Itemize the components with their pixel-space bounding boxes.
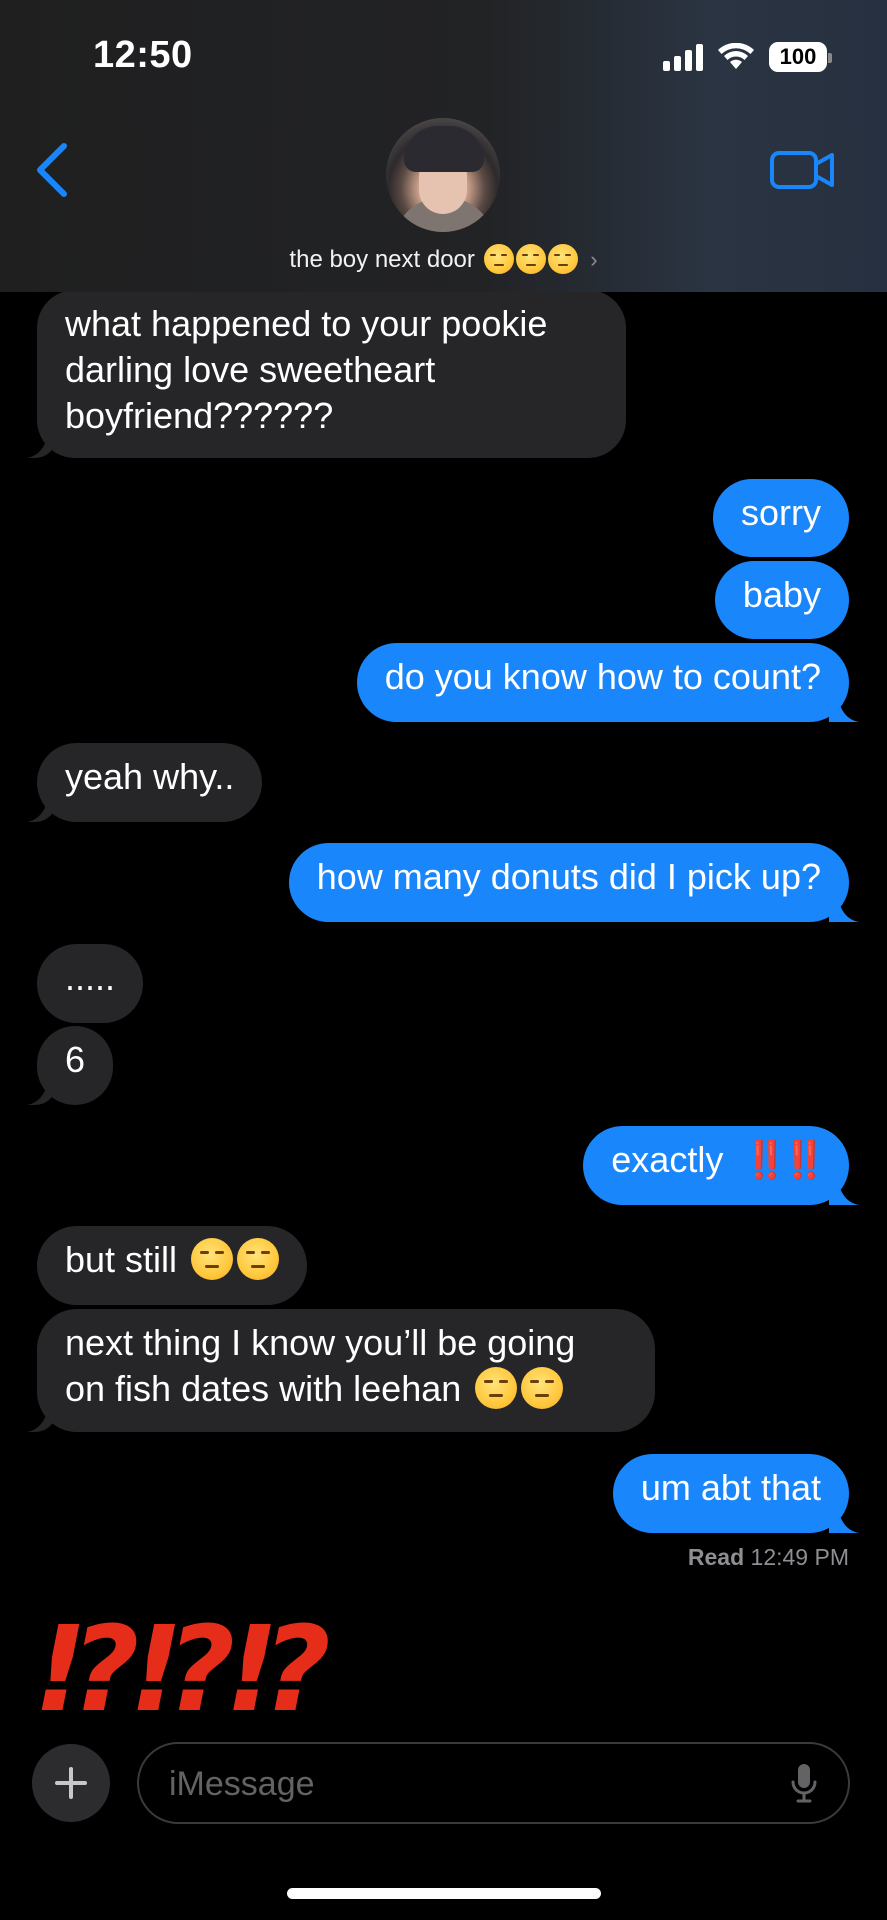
outgoing-message[interactable]: exactly ‼️‼️ [583, 1126, 849, 1205]
facetime-video-icon[interactable] [769, 148, 835, 192]
outgoing-message[interactable]: sorry [713, 479, 849, 557]
unamused-face-icon [521, 1367, 564, 1409]
incoming-message[interactable]: yeah why.. [37, 743, 263, 822]
read-receipt: Read 12:49 PM [687, 1544, 849, 1570]
imessage-input[interactable] [167, 1758, 731, 1810]
microphone-icon[interactable] [790, 1762, 818, 1804]
outgoing-message[interactable]: um abt that [612, 1454, 849, 1533]
unamused-face-icon [237, 1238, 280, 1280]
double-exclamation-icon: ‼️‼️ [743, 1139, 827, 1180]
status-icons: 100 [663, 42, 832, 72]
incoming-message[interactable]: what happened to your pookie darling lov… [37, 290, 626, 458]
battery-icon: 100 [769, 42, 832, 72]
outgoing-message[interactable]: do you know how to count? [356, 643, 849, 722]
back-chevron-icon[interactable] [30, 142, 74, 198]
outgoing-message[interactable]: how many donuts did I pick up? [288, 843, 849, 922]
outgoing-message[interactable]: baby [714, 561, 849, 639]
contact-name-button[interactable]: the boy next door › [0, 244, 887, 274]
contact-avatar[interactable] [386, 118, 500, 232]
chevron-right-icon: › [590, 247, 598, 272]
incoming-message[interactable]: but still [37, 1226, 308, 1305]
messages-screen: 12:50 100 the boy next door › what happe… [0, 0, 887, 1920]
worried-face-icon [515, 244, 546, 274]
worried-face-icon [483, 244, 514, 274]
interrobang-reaction: ⁉⁉⁉ [42, 1600, 331, 1738]
cellular-signal-icon [663, 43, 703, 71]
worried-face-icon [547, 244, 578, 274]
unamused-face-icon [475, 1367, 518, 1409]
unamused-face-icon [191, 1238, 234, 1280]
status-time: 12:50 [93, 34, 193, 76]
conversation-header: 12:50 100 the boy next door › [0, 0, 887, 292]
contact-name: the boy next door [289, 246, 475, 273]
home-indicator[interactable] [287, 1888, 601, 1899]
imessage-field[interactable] [137, 1742, 850, 1824]
apps-plus-button[interactable] [32, 1744, 110, 1822]
wifi-icon [718, 43, 754, 69]
incoming-message[interactable]: next thing I know you’ll be going on fis… [37, 1309, 655, 1432]
incoming-message[interactable]: 6 [37, 1026, 114, 1105]
plus-icon [55, 1767, 87, 1799]
incoming-message[interactable]: ..... [37, 944, 144, 1023]
